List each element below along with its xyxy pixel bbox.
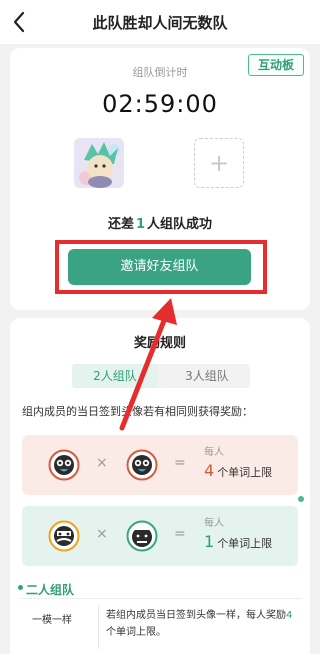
member-avatar xyxy=(74,138,124,188)
tab-2-person[interactable]: 2人组队 xyxy=(72,364,158,388)
rule-value: 若组内成员当日签到头像一样，每人奖励4 个单词上限。 xyxy=(106,607,296,641)
rule-divider xyxy=(98,605,99,649)
rules-description: 组内成员的当日签到头像若有相同则获得奖励： xyxy=(22,405,253,418)
invite-friends-button[interactable]: 邀请好友组队 xyxy=(68,249,251,285)
owl-face-icon xyxy=(48,449,80,481)
reward-limit-text: 4 个单词上限 xyxy=(204,461,272,480)
status-suffix: 人组队成功 xyxy=(147,217,213,232)
reward-count: 1 xyxy=(204,532,215,551)
mustache-face-icon xyxy=(48,520,80,552)
reward-count: 4 xyxy=(204,461,215,480)
tab-3-person[interactable]: 3人组队 xyxy=(164,364,250,388)
multiply-sign: × xyxy=(96,526,108,542)
countdown-label: 组队倒计时 xyxy=(132,66,188,79)
team-status-text: 还差 1 人组队成功 xyxy=(0,213,320,232)
indicator-dot xyxy=(298,496,304,502)
rule-value-suffix: 个单词上限。 xyxy=(106,627,166,638)
countdown-timer: 02:59:00 xyxy=(102,90,218,118)
per-person-label: 每人 xyxy=(204,518,224,529)
rule-value-text: 若组内成员当日签到头像一样，每人奖励 xyxy=(106,610,286,621)
team-size-tabs: 2人组队 3人组队 xyxy=(72,364,250,388)
reward-limit-text: 1 个单词上限 xyxy=(204,532,272,551)
rules-title: 奖励规则 xyxy=(133,336,186,351)
status-prefix: 还差 xyxy=(107,217,134,232)
reward-unit: 个单词上限 xyxy=(217,466,273,479)
page-title: 此队胜却人间无数队 xyxy=(92,14,228,32)
reward-box-same: × = 每人 4 个单词上限 xyxy=(22,435,298,495)
multiply-sign: × xyxy=(96,455,108,471)
member-avatar-image xyxy=(74,138,124,188)
section-title: 二人组队 xyxy=(26,583,75,597)
add-member-slot[interactable]: + xyxy=(194,138,244,188)
equals-sign: = xyxy=(174,526,186,542)
plus-icon: + xyxy=(208,149,230,177)
header-bar: 此队胜却人间无数队 xyxy=(0,0,320,44)
rule-row: 一模一样 若组内成员当日签到头像一样，每人奖励4 个单词上限。 xyxy=(20,598,302,654)
section-bullet xyxy=(18,585,23,590)
reward-unit: 个单词上限 xyxy=(217,537,273,550)
rule-key: 一模一样 xyxy=(32,615,72,626)
reward-box-different: × = 每人 1 个单词上限 xyxy=(22,506,298,566)
status-count: 1 xyxy=(135,217,146,232)
equals-sign: = xyxy=(174,455,186,471)
owl-face-icon xyxy=(126,449,158,481)
rule-value-number: 4 xyxy=(286,610,293,621)
chef-face-icon xyxy=(126,520,158,552)
per-person-label: 每人 xyxy=(204,447,224,458)
